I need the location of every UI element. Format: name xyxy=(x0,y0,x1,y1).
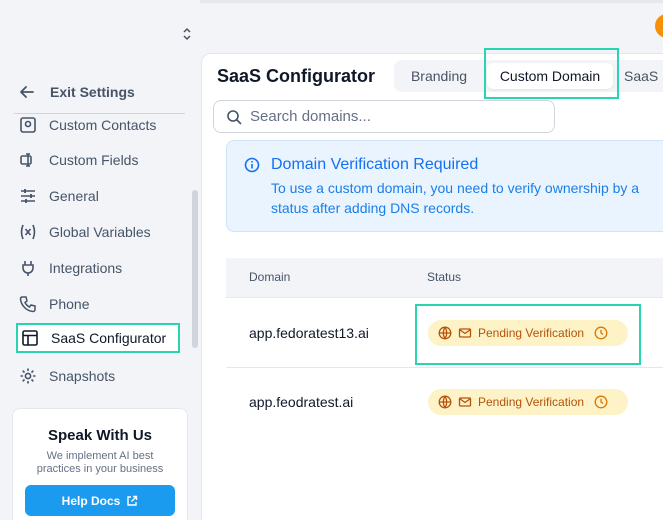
mail-icon xyxy=(458,397,472,407)
exit-settings-label: Exit Settings xyxy=(50,84,135,100)
tab-branding[interactable]: Branding xyxy=(396,63,482,89)
sidebar-item-saas-configurator[interactable]: SaaS Configurator xyxy=(16,323,180,353)
promo-title: Speak With Us xyxy=(47,427,153,444)
column-header-status: Status xyxy=(427,270,462,284)
domain-cell: app.fedoratest13.ai xyxy=(249,325,369,341)
arrow-left-icon xyxy=(20,86,34,98)
status-highlight xyxy=(415,304,641,365)
sidebar-item-custom-fields[interactable]: Custom Fields xyxy=(16,145,180,175)
promo-description: We implement AI best practices in your b… xyxy=(36,450,164,475)
sidebar-item-general[interactable]: General xyxy=(16,181,180,211)
phone-icon xyxy=(19,296,36,313)
external-link-icon xyxy=(127,495,138,506)
help-docs-button[interactable]: Help Docs xyxy=(25,485,175,516)
sidebar-item-label: SaaS Configurator xyxy=(51,330,167,346)
gear-icon xyxy=(20,368,36,384)
sliders-icon xyxy=(21,189,35,203)
clock-icon xyxy=(594,395,608,409)
sidebar-item-phone[interactable]: Phone xyxy=(16,289,180,319)
chevron-updown-icon[interactable] xyxy=(181,26,193,42)
exit-settings-button[interactable]: Exit Settings xyxy=(18,80,188,104)
settings-sidebar: Exit Settings Custom Contacts Custom Fie… xyxy=(0,0,200,520)
alert-body: To use a custom domain, you need to veri… xyxy=(271,178,663,218)
row-divider xyxy=(226,367,663,368)
status-badge: Pending Verification xyxy=(428,389,628,415)
sidebar-item-custom-contacts[interactable]: Custom Contacts xyxy=(16,114,180,140)
tab-saas[interactable]: SaaS xyxy=(624,63,663,89)
domain-cell: app.feodratest.ai xyxy=(249,394,354,410)
search-input[interactable] xyxy=(250,108,530,125)
alert-line-2: status after adding DNS records. xyxy=(271,200,475,216)
sidebar-item-snapshots[interactable]: Snapshots xyxy=(16,361,180,391)
help-docs-label: Help Docs xyxy=(61,493,121,508)
sidebar-item-label: Integrations xyxy=(49,260,123,276)
verification-alert: Domain Verification Required To use a cu… xyxy=(226,140,663,232)
sidebar-item-label: Global Variables xyxy=(49,224,151,240)
page-title: SaaS Configurator xyxy=(217,66,376,86)
sidebar-item-label: Phone xyxy=(49,296,90,312)
sidebar-item-label: Snapshots xyxy=(49,368,116,384)
layout-icon xyxy=(22,330,38,346)
alert-line-1: To use a custom domain, you need to veri… xyxy=(271,180,640,196)
avatar[interactable] xyxy=(655,14,663,38)
sidebar-scrollbar[interactable] xyxy=(192,190,198,348)
sidebar-item-integrations[interactable]: Integrations xyxy=(16,253,180,283)
custom-fields-icon xyxy=(20,153,32,167)
alert-title: Domain Verification Required xyxy=(271,156,479,173)
sidebar-item-label: General xyxy=(49,188,99,204)
sidebar-item-global-variables[interactable]: Global Variables xyxy=(16,217,180,247)
column-header-domain: Domain xyxy=(249,270,291,284)
info-icon xyxy=(244,157,260,173)
tab-highlight xyxy=(484,48,619,99)
sidebar-nav: Custom Contacts Custom Fields General Gl… xyxy=(0,114,200,400)
sidebar-item-label: Custom Fields xyxy=(49,152,139,168)
contacts-icon xyxy=(20,117,36,133)
sidebar-item-label: Custom Contacts xyxy=(49,117,157,133)
globe-icon xyxy=(438,395,452,409)
table-header: Domain Status xyxy=(226,258,663,298)
search-icon xyxy=(227,109,242,124)
plug-icon xyxy=(22,261,34,276)
status-text: Pending Verification xyxy=(478,395,585,409)
speak-with-us-card: Speak With Us We implement AI best pract… xyxy=(12,408,188,520)
variable-icon xyxy=(20,224,36,240)
search-box[interactable] xyxy=(213,100,555,133)
